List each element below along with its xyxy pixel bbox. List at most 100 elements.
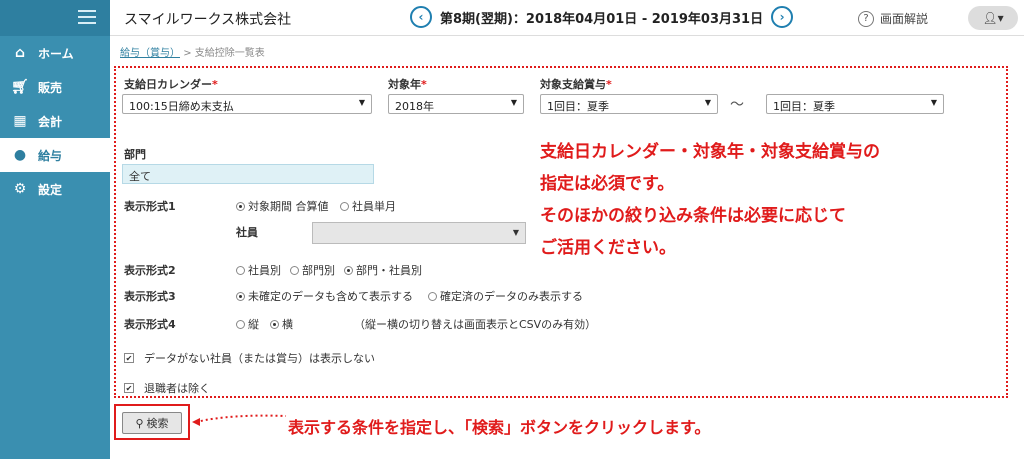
year-select-value: 2018年 xyxy=(395,100,434,113)
sidebar-item-accounting[interactable]: ▦ 会計 xyxy=(0,104,110,138)
sidebar-item-settings[interactable]: ⚙ 設定 xyxy=(0,172,110,206)
sidebar-item-label: ホーム xyxy=(38,46,74,61)
format2-label: 表示形式2 xyxy=(124,264,176,277)
sidebar-item-label: 販売 xyxy=(38,80,63,95)
dropdown-arrow-icon: ▼ xyxy=(510,98,517,107)
format1-option-monthly[interactable]: 社員単月 xyxy=(340,198,396,214)
calendar-select-value: 100:15日締め末支払 xyxy=(129,100,234,113)
sidebar-top xyxy=(0,0,110,36)
radio-unchecked xyxy=(340,201,349,211)
format2-option-dept[interactable]: 部門別 xyxy=(290,262,335,278)
sidebar-item-label: 給与 xyxy=(38,148,63,163)
radio-checked xyxy=(236,291,245,301)
dropdown-arrow-icon: ▼ xyxy=(930,98,937,107)
annotation-line: そのほかの絞り込み条件は必要に応じて xyxy=(540,206,846,226)
bonus-to-value: 1回目：夏季 xyxy=(773,100,835,113)
bonus-label: 対象支給賞与* xyxy=(540,78,612,91)
home-icon: ⌂ xyxy=(14,45,26,61)
calculator-icon: ▦ xyxy=(13,113,27,129)
checkbox-label: 退職者は除く xyxy=(144,382,210,395)
annotation-line: 支給日カレンダー・対象年・対象支給賞与の xyxy=(540,142,880,162)
format2-option-dept-employee[interactable]: 部門・社員別 xyxy=(344,262,422,278)
format1-label: 表示形式1 xyxy=(124,200,176,213)
range-tilde: ～ xyxy=(730,97,744,113)
bonus-from-value: 1回目：夏季 xyxy=(547,100,609,113)
bonus-from-select[interactable]: 1回目：夏季 ▼ xyxy=(540,94,718,114)
annotation-line: ご活用ください。 xyxy=(540,238,676,258)
checkbox-exclude-retired[interactable]: ✔ 退職者は除く xyxy=(124,380,210,396)
sidebar: ⌂ ホーム 🛒︎ 販売 ▦ 会計 ● 給与 ⚙ 設定 xyxy=(0,0,110,459)
employee-select[interactable]: ▼ xyxy=(312,222,526,244)
option-label: 部門・社員別 xyxy=(356,264,422,277)
help-label: 画面解説 xyxy=(880,12,929,26)
employee-label: 社員 xyxy=(236,226,258,239)
radio-checked xyxy=(270,319,279,329)
cart-icon: 🛒︎ xyxy=(11,79,29,95)
company-name: スマイルワークス株式会社 xyxy=(124,12,292,28)
next-period-button[interactable]: › xyxy=(771,6,794,28)
period-label: 第8期(翌期)：2018年04月01日 - 2019年03月31日 xyxy=(440,11,764,27)
radio-unchecked xyxy=(428,291,437,301)
gear-icon: ⚙ xyxy=(13,181,27,197)
year-label: 対象年* xyxy=(388,78,427,91)
sidebar-item-sales[interactable]: 🛒︎ 販売 xyxy=(0,70,110,104)
format3-label: 表示形式3 xyxy=(124,290,176,303)
search-button[interactable]: ⚲ 検索 xyxy=(122,412,182,434)
hamburger-menu-icon[interactable] xyxy=(78,10,96,24)
help-link[interactable]: ? 画面解説 xyxy=(858,10,928,27)
pointer-arrow-icon xyxy=(192,414,287,426)
calendar-label: 支給日カレンダー* xyxy=(124,78,218,91)
search-button-label: 検索 xyxy=(146,417,169,430)
annotation-line: 指定は必須です。 xyxy=(540,174,675,194)
prev-period-button[interactable]: ‹ xyxy=(410,6,432,28)
format2-option-employee[interactable]: 社員別 xyxy=(236,262,281,278)
option-label: 社員単月 xyxy=(352,200,396,213)
format4-label: 表示形式4 xyxy=(124,318,176,331)
dropdown-arrow-icon: ▼ xyxy=(704,98,711,107)
radio-unchecked xyxy=(290,265,299,275)
sidebar-item-home[interactable]: ⌂ ホーム xyxy=(0,36,110,70)
calendar-select[interactable]: 100:15日締め末支払 ▼ xyxy=(122,94,372,114)
sidebar-item-label: 会計 xyxy=(38,114,63,129)
sidebar-item-label: 設定 xyxy=(38,182,63,197)
breadcrumb-parent[interactable]: 給与（賞与） xyxy=(120,48,180,59)
annotation-text: 支給日カレンダー・対象年・対象支給賞与の 指定は必須です。 そのほかの絞り込み条… xyxy=(540,136,880,264)
format4-option-vertical[interactable]: 縦 xyxy=(236,316,259,332)
radio-unchecked xyxy=(236,265,245,275)
format4-option-horizontal[interactable]: 横 xyxy=(270,316,293,332)
format4-note: （縦ー横の切り替えは画面表示とCSVのみ有効） xyxy=(354,318,597,331)
format3-option-include-unconfirmed[interactable]: 未確定のデータも含めて表示する xyxy=(236,288,413,304)
option-label: 社員別 xyxy=(248,264,281,277)
checkbox-hide-empty[interactable]: ✔ データがない社員（または賞与）は表示しない xyxy=(124,350,375,366)
dept-label: 部門 xyxy=(124,148,146,161)
breadcrumb: 給与（賞与） > 支給控除一覧表 xyxy=(120,44,265,59)
format3-option-confirmed-only[interactable]: 確定済のデータのみ表示する xyxy=(428,288,583,304)
dropdown-arrow-icon: ▼ xyxy=(512,228,519,237)
sidebar-item-payroll[interactable]: ● 給与 xyxy=(0,138,110,172)
period-selector: ‹ 第8期(翌期)：2018年04月01日 - 2019年03月31日 › xyxy=(410,6,794,28)
user-icon: 👤︎▾ xyxy=(982,11,1004,25)
checkbox-checked: ✔ xyxy=(124,353,134,363)
bonus-to-select[interactable]: 1回目：夏季 ▼ xyxy=(766,94,944,114)
option-label: 対象期間 合算値 xyxy=(248,200,329,213)
user-menu-button[interactable]: 👤︎▾ xyxy=(968,6,1018,30)
option-label: 確定済のデータのみ表示する xyxy=(440,290,583,303)
option-label: 横 xyxy=(282,318,293,331)
option-label: 未確定のデータも含めて表示する xyxy=(248,290,413,303)
dept-input[interactable]: 全て xyxy=(122,164,374,184)
dropdown-arrow-icon: ▼ xyxy=(358,98,365,107)
radio-unchecked xyxy=(236,319,245,329)
question-icon: ? xyxy=(858,10,874,27)
year-select[interactable]: 2018年 ▼ xyxy=(388,94,524,114)
checkbox-checked: ✔ xyxy=(124,383,134,393)
option-label: 縦 xyxy=(248,318,259,331)
money-bag-icon: ● xyxy=(13,147,27,163)
option-label: 部門別 xyxy=(302,264,335,277)
magnifier-icon: ⚲ xyxy=(135,416,144,430)
checkbox-label: データがない社員（または賞与）は表示しない xyxy=(144,352,375,365)
annotation-bottom: 表示する条件を指定し、「検索」ボタンをクリックします。 xyxy=(288,418,711,437)
format1-option-total[interactable]: 対象期間 合算値 xyxy=(236,198,329,214)
breadcrumb-separator: > xyxy=(183,48,192,59)
radio-checked xyxy=(236,201,245,211)
breadcrumb-current: 支給控除一覧表 xyxy=(194,48,265,59)
